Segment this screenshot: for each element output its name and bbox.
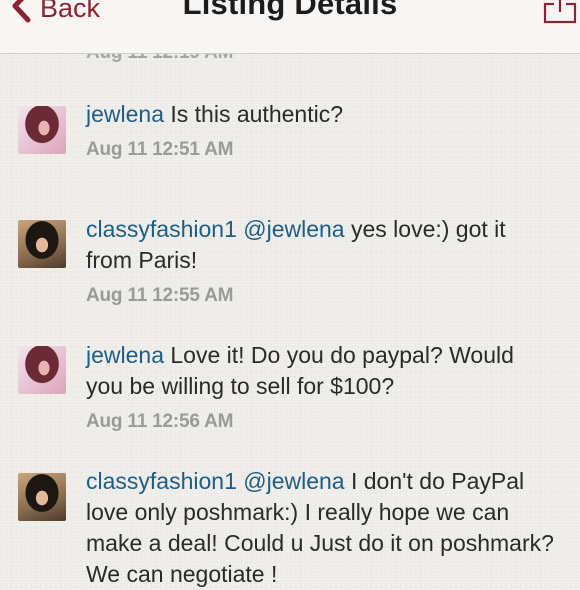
comment-text: classyfashion1 @jewlena I don't do PayPa… [86, 466, 556, 590]
comment-text: jewlena Love it! Do you do paypal? Would… [86, 340, 556, 402]
comment-timestamp: Aug 11 12:55 AM [86, 285, 234, 306]
comment-mention[interactable]: @jewlena [243, 468, 344, 494]
avatar[interactable] [18, 473, 66, 521]
nav-bar: Back Listing Details [0, 0, 580, 54]
comment-username[interactable]: jewlena [86, 101, 164, 127]
share-button[interactable] [542, 0, 578, 36]
comment-text: classyfashion1 @jewlena yes love:) got i… [86, 214, 556, 276]
page-title: Listing Details [182, 0, 398, 21]
comment-text: jewlena Is this authentic? [86, 99, 556, 130]
share-icon [542, 0, 578, 40]
avatar[interactable] [18, 220, 66, 268]
comment-username[interactable]: jewlena [86, 342, 164, 368]
comment-username[interactable]: classyfashion1 [86, 468, 237, 494]
comment-mention[interactable]: @jewlena [243, 216, 344, 242]
comment-message: Is this authentic? [170, 101, 343, 127]
comment-username[interactable]: classyfashion1 [86, 216, 237, 242]
comments-list: Aug 11 12:19 AM jewlena Is this authenti… [0, 0, 580, 587]
avatar[interactable] [18, 346, 66, 394]
comment-timestamp: Aug 11 12:56 AM [86, 411, 234, 432]
comment-timestamp: Aug 11 12:51 AM [86, 139, 234, 160]
avatar[interactable] [18, 106, 66, 154]
